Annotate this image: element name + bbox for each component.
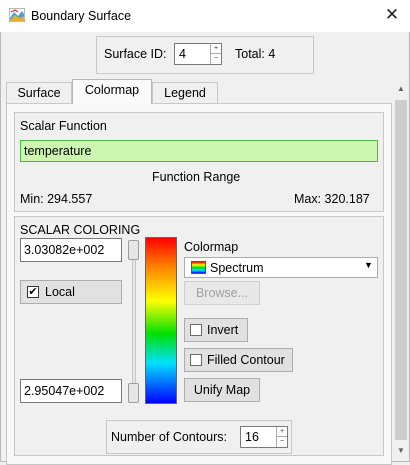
- scrollbar-thumb[interactable]: [395, 100, 407, 440]
- filled-contour-checkbox[interactable]: [190, 354, 202, 366]
- scroll-up-icon[interactable]: ▲: [397, 84, 405, 93]
- min-value-field[interactable]: 2.95047e+002: [20, 379, 122, 403]
- scroll-down-icon[interactable]: ▼: [397, 446, 405, 455]
- max-value-field[interactable]: 3.03082e+002: [20, 238, 122, 262]
- vertical-scrollbar[interactable]: ▲ ▼: [393, 82, 409, 460]
- surface-id-stepper[interactable]: 4 + −: [174, 43, 222, 65]
- contours-down-button[interactable]: −: [277, 437, 287, 447]
- local-label: Local: [45, 285, 75, 299]
- invert-checkbox[interactable]: [190, 324, 202, 336]
- total-count: Total: 4: [235, 47, 276, 61]
- tab-colormap[interactable]: Colormap: [72, 79, 152, 104]
- invert-label: Invert: [207, 323, 239, 337]
- browse-button[interactable]: Browse...: [184, 281, 260, 305]
- invert-checkbox-button[interactable]: Invert: [184, 318, 248, 342]
- function-max: Max: 320.187: [294, 192, 370, 206]
- chevron-down-icon[interactable]: ▼: [364, 260, 373, 270]
- unify-map-button[interactable]: Unify Map: [184, 378, 260, 402]
- function-min: Min: 294.557: [20, 192, 93, 206]
- colormap-label: Colormap: [184, 240, 239, 254]
- scalar-function-label: Scalar Function: [20, 119, 107, 133]
- contours-up-button[interactable]: +: [277, 427, 287, 437]
- filled-contour-checkbox-button[interactable]: Filled Contour: [184, 348, 293, 372]
- surface-id-up-button[interactable]: +: [211, 44, 221, 54]
- window-title: Boundary Surface: [31, 9, 132, 23]
- colorbar: [145, 237, 177, 404]
- surface-id-down-button[interactable]: −: [211, 54, 221, 64]
- max-value-text: 3.03082e+002: [24, 243, 105, 257]
- surface-id-label: Surface ID:: [104, 47, 167, 61]
- range-slider-min-handle[interactable]: [128, 383, 139, 403]
- colormap-selected: Spectrum: [210, 261, 264, 275]
- contours-value: 16: [245, 430, 259, 444]
- contours-label: Number of Contours:: [111, 430, 228, 444]
- function-range-label: Function Range: [152, 170, 241, 184]
- scalar-function-field[interactable]: temperature: [20, 140, 378, 162]
- tab-legend[interactable]: Legend: [152, 82, 218, 104]
- surface-app-icon: [9, 8, 25, 22]
- tab-surface[interactable]: Surface: [6, 82, 72, 104]
- filled-contour-label: Filled Contour: [207, 353, 285, 367]
- scalar-coloring-label: SCALAR COLORING: [20, 223, 141, 237]
- min-value-text: 2.95047e+002: [24, 384, 105, 398]
- surface-id-value: 4: [179, 47, 186, 61]
- range-slider-track[interactable]: [132, 243, 136, 398]
- scalar-function-value: temperature: [24, 144, 92, 158]
- spectrum-swatch-icon: [191, 261, 206, 274]
- local-checkbox-button[interactable]: ✔ Local: [20, 280, 122, 304]
- local-checkbox[interactable]: ✔: [27, 286, 39, 298]
- contours-stepper[interactable]: 16 + −: [240, 426, 288, 448]
- colormap-select[interactable]: Spectrum ▼: [184, 257, 378, 278]
- close-icon[interactable]: ✕: [382, 5, 402, 25]
- range-slider-max-handle[interactable]: [128, 240, 139, 260]
